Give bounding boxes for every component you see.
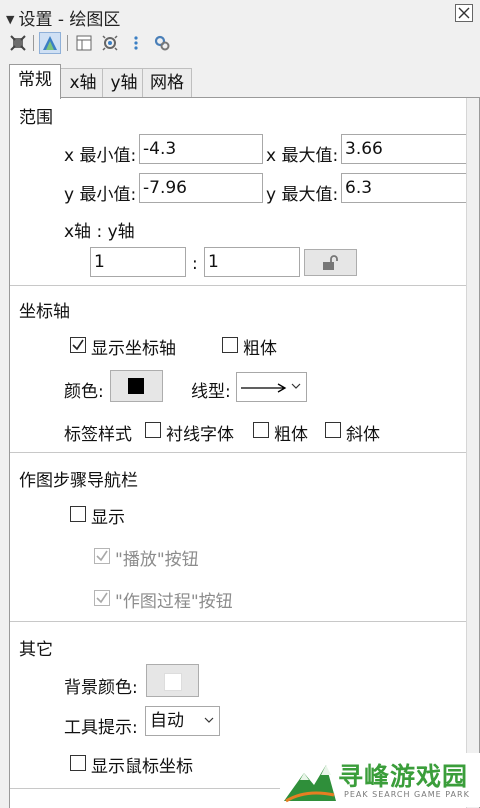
defaults-button[interactable] [100, 33, 120, 53]
xmax-label: x 最大值: [266, 146, 339, 166]
object-props-button[interactable] [8, 33, 28, 53]
label-bold-checkbox[interactable] [253, 422, 269, 438]
ymax-input[interactable]: 6.3 [341, 173, 467, 203]
watermark: 寻峰游戏园 PEAK SEARCH GAME PARK [280, 753, 480, 807]
ymax-label: y 最大值: [266, 185, 339, 205]
toolbar-separator [33, 35, 34, 51]
lock-ratio-button[interactable] [304, 249, 357, 276]
serif-checkbox[interactable] [145, 422, 161, 438]
process-button-label: "作图过程"按钮 [115, 592, 233, 612]
xmin-input[interactable]: -4.3 [139, 134, 263, 164]
background-color-label: 背景颜色: [64, 678, 138, 698]
section-divider [10, 285, 468, 286]
navbar-show-checkbox[interactable] [70, 506, 86, 522]
ratio-x-input[interactable]: 1 [90, 247, 186, 277]
axes-color-label: 颜色: [64, 382, 104, 402]
check-icon [96, 550, 108, 562]
panel-scrollbar[interactable] [466, 98, 479, 808]
xmax-input[interactable]: 3.66 [341, 134, 467, 164]
italic-label: 斜体 [346, 425, 380, 445]
mouse-coords-label: 显示鼠标坐标 [91, 757, 193, 777]
other-section-title: 其它 [19, 640, 53, 660]
tab-general[interactable]: 常规 [9, 64, 61, 99]
show-axes-label: 显示坐标轴 [91, 339, 176, 359]
arrow-line-icon [241, 383, 287, 393]
chevron-down-icon [204, 717, 214, 723]
advanced-button[interactable] [152, 33, 172, 53]
mouse-coords-checkbox[interactable] [70, 755, 86, 771]
navbar-section-title: 作图步骤导航栏 [19, 471, 138, 491]
color-swatch [128, 378, 144, 394]
axes-bold-checkbox[interactable] [222, 337, 238, 353]
axes-section-title: 坐标轴 [19, 302, 70, 322]
watermark-subtitle: PEAK SEARCH GAME PARK [344, 790, 470, 799]
object-props-icon [10, 35, 26, 51]
advanced-icon [154, 35, 170, 51]
graphics-button[interactable] [39, 32, 61, 54]
linestyle-label: 线型: [191, 382, 231, 402]
ratio-separator: : [192, 254, 198, 274]
italic-checkbox[interactable] [325, 422, 341, 438]
layout-button[interactable] [74, 33, 94, 53]
section-divider [10, 621, 468, 622]
mountain-logo-icon [284, 765, 336, 803]
background-color-button[interactable] [146, 664, 199, 697]
unlock-icon [323, 255, 338, 270]
title-bar: ▼ 设置 - 绘图区 [0, 0, 480, 30]
serif-label: 衬线字体 [166, 425, 234, 445]
tab-y-axis[interactable]: y轴 [102, 68, 146, 97]
tooltip-select-value: 自动 [150, 711, 184, 731]
section-divider [10, 452, 468, 453]
close-button[interactable] [455, 4, 473, 22]
linestyle-select[interactable] [236, 372, 307, 402]
close-icon [458, 7, 470, 19]
layout-icon [76, 35, 92, 51]
more-button[interactable] [126, 33, 146, 53]
check-icon [72, 339, 84, 351]
label-bold-label: 粗体 [274, 425, 308, 445]
show-axes-checkbox[interactable] [70, 337, 86, 353]
watermark-name: 寻峰游戏园 [338, 762, 469, 791]
process-button-checkbox [94, 590, 110, 606]
axes-bold-label: 粗体 [243, 339, 277, 359]
ymin-input[interactable]: -7.96 [139, 173, 263, 203]
color-swatch [164, 673, 182, 691]
axes-color-button[interactable] [110, 370, 163, 402]
play-button-label: "播放"按钮 [115, 550, 199, 570]
more-icon [134, 36, 138, 50]
tab-x-axis[interactable]: x轴 [60, 68, 106, 97]
check-icon [96, 592, 108, 604]
defaults-icon [102, 35, 118, 51]
axis-ratio-label: x轴 : y轴 [64, 222, 135, 242]
range-section-title: 范围 [19, 108, 53, 128]
play-button-checkbox [94, 548, 110, 564]
tooltip-select[interactable]: 自动 [145, 706, 220, 736]
label-style-label: 标签样式 [64, 425, 132, 445]
window-title: ▼ 设置 - 绘图区 [6, 10, 121, 30]
general-tab-panel: 范围 x 最小值: -4.3 x 最大值: 3.66 y 最小值: -7.96 … [9, 97, 480, 808]
graphics-icon [43, 36, 57, 50]
ratio-y-input[interactable]: 1 [204, 247, 300, 277]
settings-toolbar [0, 31, 480, 55]
tooltip-label: 工具提示: [64, 718, 138, 738]
chevron-down-icon [291, 383, 301, 389]
ymin-label: y 最小值: [64, 185, 137, 205]
navbar-show-label: 显示 [91, 508, 125, 528]
xmin-label: x 最小值: [64, 146, 137, 166]
toolbar-separator [67, 35, 68, 51]
tab-grid[interactable]: 网格 [142, 68, 192, 97]
collapse-arrow-icon[interactable]: ▼ [6, 13, 14, 26]
